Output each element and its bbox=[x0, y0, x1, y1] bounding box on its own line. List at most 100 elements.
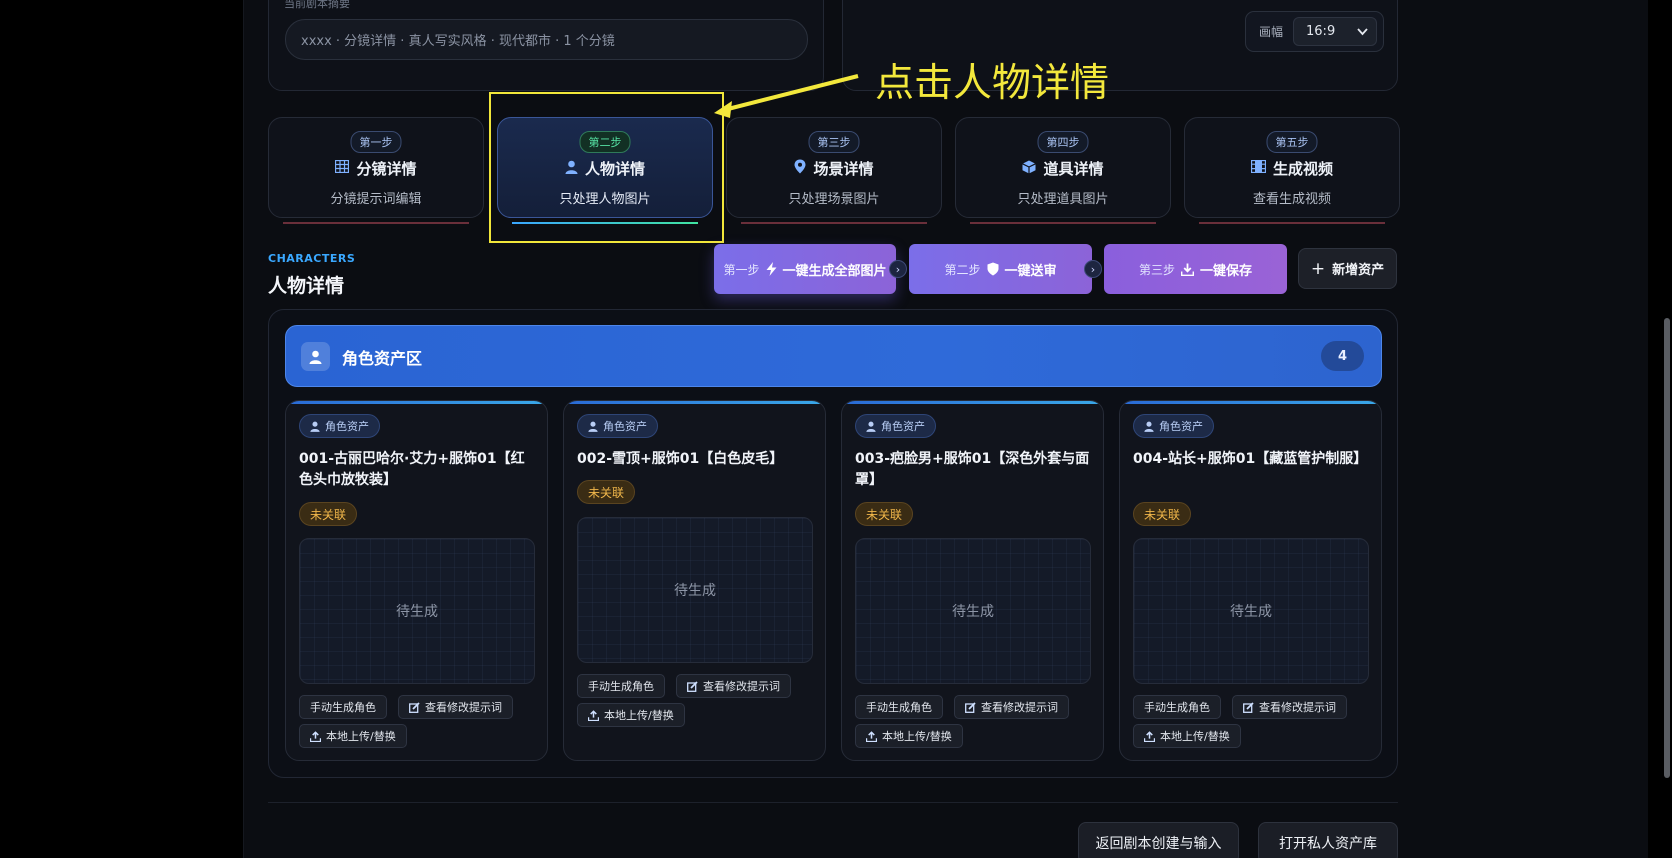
character-card: 角色资产 004-站长+服饰01【藏蓝管护制服】 未关联 待生成 手动生成角色 … bbox=[1119, 400, 1382, 761]
step-subtitle: 只处理场景图片 bbox=[788, 192, 880, 207]
step-title: 分镜详情 bbox=[356, 160, 417, 178]
action-label: 一键送审 bbox=[1004, 263, 1057, 279]
image-preview[interactable]: 待生成 bbox=[577, 517, 813, 663]
manual-generate-button[interactable]: 手动生成角色 bbox=[299, 695, 387, 719]
action-label: 一键生成全部图片 bbox=[782, 263, 887, 279]
character-card: 角色资产 003-疤脸男+服饰01【深色外套与面罩】 未关联 待生成 手动生成角… bbox=[841, 400, 1104, 761]
character-title: 001-古丽巴哈尔·艾力+服饰01【红色头巾放牧装】 bbox=[299, 451, 525, 488]
section-title: 人物详情 bbox=[268, 275, 345, 297]
edit-icon bbox=[1243, 701, 1254, 713]
link-status-badge: 未关联 bbox=[855, 502, 914, 526]
step-subtitle: 查看生成视频 bbox=[1252, 192, 1331, 207]
character-title: 003-疤脸男+服饰01【深色外套与面罩】 bbox=[855, 451, 1090, 488]
character-title: 002-雪顶+服饰01【白色皮毛】 bbox=[577, 451, 784, 467]
person-icon bbox=[588, 421, 598, 432]
step-video[interactable]: 第五步 生成视频 查看生成视频 bbox=[1184, 117, 1400, 218]
aspect-ratio-value: 16:9 bbox=[1306, 24, 1336, 39]
open-asset-library-button[interactable]: 打开私人资产库 bbox=[1258, 822, 1398, 858]
submit-review-button[interactable]: 第二步 一键送审 bbox=[909, 244, 1092, 294]
step-props[interactable]: 第四步 道具详情 只处理道具图片 bbox=[955, 117, 1171, 218]
edit-prompt-button[interactable]: 查看修改提示词 bbox=[398, 695, 513, 719]
step-badge: 第三步 bbox=[808, 131, 860, 153]
asset-tag-label: 角色资产 bbox=[881, 420, 925, 433]
character-title: 004-站长+服饰01【藏蓝管护制服】 bbox=[1133, 451, 1368, 467]
upload-replace-button[interactable]: 本地上传/替换 bbox=[299, 724, 407, 748]
shield-icon bbox=[987, 262, 998, 276]
aspect-ratio-label: 画幅 bbox=[1259, 25, 1284, 39]
edit-icon bbox=[409, 701, 420, 713]
add-asset-button[interactable]: + 新增资产 bbox=[1298, 248, 1397, 289]
edit-prompt-label: 查看修改提示词 bbox=[425, 701, 502, 714]
add-asset-label: 新增资产 bbox=[1332, 263, 1385, 278]
edit-prompt-label: 查看修改提示词 bbox=[703, 680, 780, 693]
person-icon bbox=[310, 421, 320, 432]
image-preview[interactable]: 待生成 bbox=[299, 538, 535, 684]
step-underline bbox=[283, 222, 469, 224]
edit-icon bbox=[687, 680, 698, 692]
step-scenes[interactable]: 第三步 场景详情 只处理场景图片 bbox=[726, 117, 942, 218]
image-preview[interactable]: 待生成 bbox=[855, 538, 1091, 684]
step-badge: 第一步 bbox=[350, 131, 402, 153]
asset-tag-label: 角色资产 bbox=[603, 420, 647, 433]
annotation-arrow-icon bbox=[714, 74, 859, 118]
upload-label: 本地上传/替换 bbox=[326, 730, 396, 743]
script-summary-label: 当前剧本摘要 bbox=[284, 0, 350, 10]
link-status-badge: 未关联 bbox=[299, 502, 358, 526]
save-all-button[interactable]: 第三步 一键保存 bbox=[1104, 244, 1287, 294]
asset-tag: 角色资产 bbox=[855, 414, 936, 438]
chevron-right-icon: › bbox=[889, 260, 907, 278]
edit-prompt-button[interactable]: 查看修改提示词 bbox=[1232, 695, 1347, 719]
script-summary-input[interactable]: xxxx · 分镜详情 · 真人写实风格 · 现代都市 · 1 个分镜 bbox=[285, 19, 808, 60]
upload-icon bbox=[588, 709, 599, 721]
cube-icon bbox=[1022, 160, 1037, 178]
manual-generate-button[interactable]: 手动生成角色 bbox=[577, 674, 665, 698]
manual-generate-button[interactable]: 手动生成角色 bbox=[1133, 695, 1221, 719]
chevron-down-icon bbox=[1357, 27, 1368, 35]
location-pin-icon bbox=[794, 159, 806, 178]
plus-icon: + bbox=[1310, 258, 1326, 279]
upload-icon bbox=[310, 730, 321, 742]
edit-prompt-label: 查看修改提示词 bbox=[1259, 701, 1336, 714]
person-icon bbox=[866, 421, 876, 432]
character-card: 角色资产 002-雪顶+服饰01【白色皮毛】 未关联 待生成 手动生成角色 查看… bbox=[563, 400, 826, 761]
image-preview[interactable]: 待生成 bbox=[1133, 538, 1369, 684]
upload-label: 本地上传/替换 bbox=[604, 709, 674, 722]
annotation-text: 点击人物详情 bbox=[875, 61, 1110, 106]
step-title: 道具详情 bbox=[1043, 160, 1104, 178]
upload-label: 本地上传/替换 bbox=[1160, 730, 1230, 743]
asset-tag-label: 角色资产 bbox=[325, 420, 369, 433]
action-step-label: 第三步 bbox=[1138, 262, 1175, 277]
aspect-ratio-control: 画幅 16:9 bbox=[1245, 11, 1384, 52]
asset-tag-label: 角色资产 bbox=[1159, 420, 1203, 433]
step-underline bbox=[741, 222, 927, 224]
upload-replace-button[interactable]: 本地上传/替换 bbox=[1133, 724, 1241, 748]
upload-icon bbox=[1144, 730, 1155, 742]
back-to-script-button[interactable]: 返回剧本创建与输入 bbox=[1078, 822, 1239, 858]
aspect-ratio-select[interactable]: 16:9 bbox=[1293, 17, 1378, 46]
edit-prompt-button[interactable]: 查看修改提示词 bbox=[676, 674, 791, 698]
step-title: 场景详情 bbox=[813, 160, 874, 178]
generate-all-button[interactable]: 第一步 一键生成全部图片 bbox=[714, 244, 896, 294]
asset-count-badge: 4 bbox=[1321, 341, 1364, 371]
edit-prompt-button[interactable]: 查看修改提示词 bbox=[954, 695, 1069, 719]
step-storyboard[interactable]: 第一步 分镜详情 分镜提示词编辑 bbox=[268, 117, 484, 218]
upload-replace-button[interactable]: 本地上传/替换 bbox=[855, 724, 963, 748]
step-underline bbox=[970, 222, 1156, 224]
person-icon bbox=[1144, 421, 1154, 432]
download-icon bbox=[1181, 263, 1194, 276]
asset-tag: 角色资产 bbox=[1133, 414, 1214, 438]
step-badge: 第五步 bbox=[1266, 131, 1318, 153]
step-title: 生成视频 bbox=[1272, 160, 1333, 178]
step-subtitle: 只处理道具图片 bbox=[1017, 192, 1109, 207]
edit-prompt-label: 查看修改提示词 bbox=[981, 701, 1058, 714]
manual-generate-button[interactable]: 手动生成角色 bbox=[855, 695, 943, 719]
annotation-highlight-box bbox=[489, 92, 724, 243]
asset-tag: 角色资产 bbox=[577, 414, 658, 438]
action-step-label: 第二步 bbox=[944, 262, 981, 277]
edit-icon bbox=[965, 701, 976, 713]
scrollbar-thumb[interactable] bbox=[1664, 318, 1670, 778]
grid-icon bbox=[335, 159, 350, 177]
upload-replace-button[interactable]: 本地上传/替换 bbox=[577, 703, 685, 727]
action-step-label: 第一步 bbox=[723, 262, 760, 277]
step-badge: 第四步 bbox=[1037, 131, 1089, 153]
